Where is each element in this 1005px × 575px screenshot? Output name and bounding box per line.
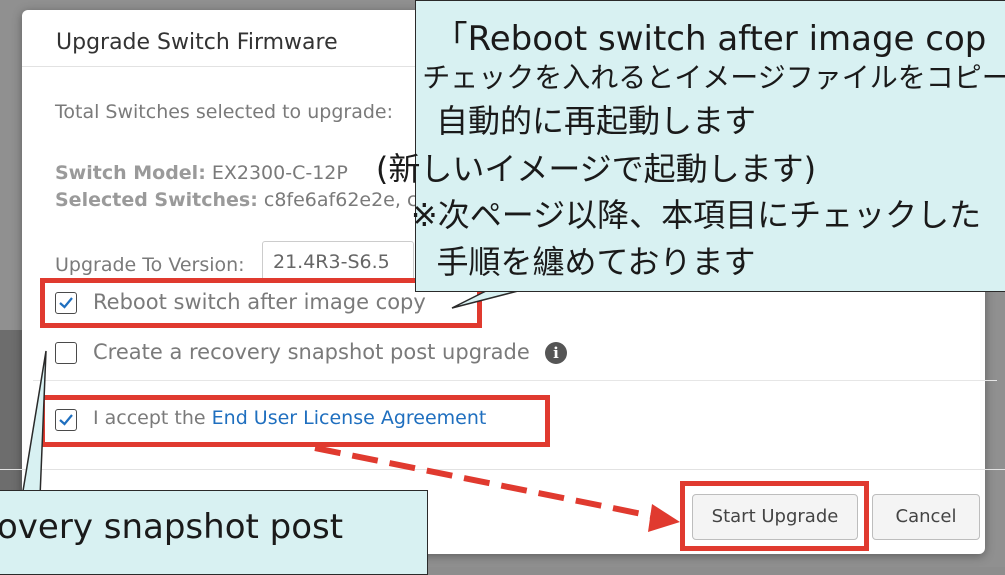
callout-top: 「Reboot switch after image cop チェックを入れると…: [376, 0, 1005, 292]
callout-top-line-5: ※次ページ以降、本項目にチェックした: [410, 196, 982, 234]
callout-bottom-pointer: [21, 350, 47, 498]
callout-top-line-2: チェックを入れるとイメージファイルをコピー: [422, 61, 1005, 94]
callout-top-line-4: (新しいイメージで起動します): [375, 150, 817, 188]
callout-bottom-line-1: overy snapshot post: [0, 507, 344, 547]
callout-bottom: overy snapshot post: [0, 490, 428, 575]
callout-top-line-6: 手順を纏めております: [436, 243, 756, 281]
callout-top-line-3: 自動的に再起動します: [435, 102, 756, 140]
arrow-head-icon: [648, 504, 680, 532]
callout-top-line-1: 「Reboot switch after image cop: [433, 19, 987, 59]
